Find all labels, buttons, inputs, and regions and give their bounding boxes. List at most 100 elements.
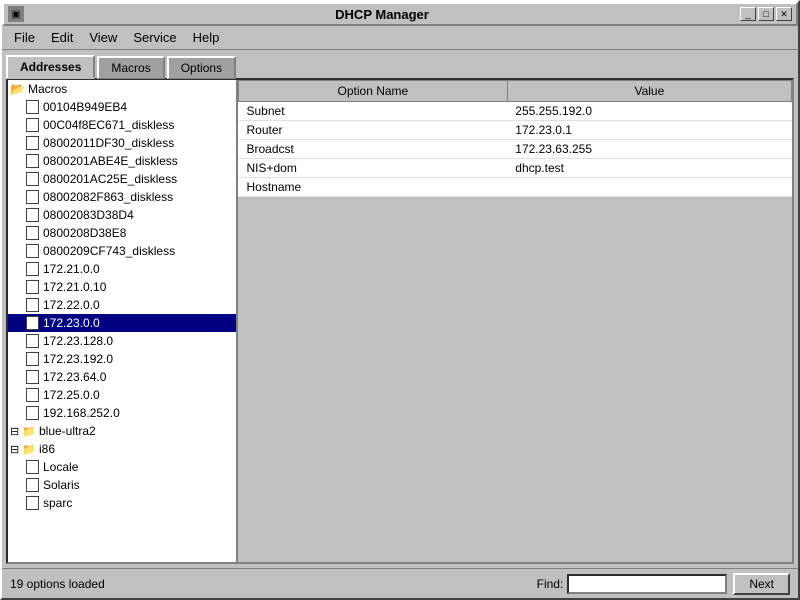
tree-item[interactable]: 00104B949EB4 — [8, 98, 236, 116]
option-value-cell: dhcp.test — [507, 159, 791, 178]
app-title: DHCP Manager — [24, 7, 740, 22]
tree-item-label: i86 — [39, 442, 55, 456]
table-row[interactable]: Broadcst172.23.63.255 — [239, 140, 792, 159]
page-icon — [26, 226, 39, 240]
tree-item-label: 0800209CF743_diskless — [43, 244, 175, 258]
tree-item-label: 192.168.252.0 — [43, 406, 120, 420]
menu-edit[interactable]: Edit — [43, 28, 81, 47]
col-value: Value — [507, 81, 791, 102]
tree-item[interactable]: 08002082F863_diskless — [8, 188, 236, 206]
tree-item-label: 172.25.0.0 — [43, 388, 100, 402]
title-bar: ▣ DHCP Manager _ □ ✕ — [2, 2, 798, 26]
tree-items-container: 00104B949EB4 00C04f8EC671_diskless 0800201… — [8, 98, 236, 512]
table-row[interactable]: Subnet255.255.192.0 — [239, 102, 792, 121]
table-row[interactable]: Hostname — [239, 178, 792, 197]
tree-item-label: 0800201ABE4E_diskless — [43, 154, 178, 168]
folder-open-icon: 📂 — [10, 82, 25, 96]
tree-item[interactable]: 172.21.0.0 — [8, 260, 236, 278]
option-value-cell: 172.23.63.255 — [507, 140, 791, 159]
tree-item-label: 172.21.0.0 — [43, 262, 100, 276]
tree-item[interactable]: Solaris — [8, 476, 236, 494]
page-icon — [26, 262, 39, 276]
tree-item[interactable]: 0800209CF743_diskless — [8, 242, 236, 260]
tree-item[interactable]: 0800201ABE4E_diskless — [8, 152, 236, 170]
tree-item[interactable]: 00C04f8EC671_diskless — [8, 116, 236, 134]
tree-item[interactable]: 08002011DF30_diskless — [8, 134, 236, 152]
tab-bar: Addresses Macros Options — [2, 50, 798, 78]
window-controls: _ □ ✕ — [740, 7, 792, 21]
page-icon — [26, 154, 39, 168]
tab-macros[interactable]: Macros — [97, 56, 164, 79]
tree-root[interactable]: 📂 Macros — [8, 80, 236, 98]
menu-file[interactable]: File — [6, 28, 43, 47]
tree-item[interactable]: ⊟ 📁i86 — [8, 440, 236, 458]
tree-scrollable[interactable]: 📂 Macros 00104B949EB4 00C04f8EC671_diskle… — [8, 80, 236, 562]
page-icon — [26, 118, 39, 132]
maximize-button[interactable]: □ — [758, 7, 774, 21]
tree-item[interactable]: 172.23.128.0 — [8, 332, 236, 350]
page-icon — [26, 280, 39, 294]
tree-item-label: 172.23.192.0 — [43, 352, 113, 366]
page-icon — [26, 334, 39, 348]
folder-icon: ⊟ 📁 — [10, 443, 36, 456]
page-icon — [26, 496, 39, 510]
tree-item-label: 00C04f8EC671_diskless — [43, 118, 174, 132]
tree-item-label: 00104B949EB4 — [43, 100, 127, 114]
page-icon — [26, 406, 39, 420]
page-icon — [26, 298, 39, 312]
tab-options[interactable]: Options — [167, 56, 236, 79]
page-icon — [26, 352, 39, 366]
minimize-button[interactable]: _ — [740, 7, 756, 21]
table-panel: Option Name Value Subnet255.255.192.0Rou… — [238, 80, 792, 562]
find-input[interactable] — [567, 574, 727, 594]
tree-item-label: sparc — [43, 496, 72, 510]
tree-item-label: 0800208D38E8 — [43, 226, 126, 240]
tree-item[interactable]: 192.168.252.0 — [8, 404, 236, 422]
menu-service[interactable]: Service — [125, 28, 184, 47]
tree-item[interactable]: 08002083D38D4 — [8, 206, 236, 224]
tree-item[interactable]: 0800208D38E8 — [8, 224, 236, 242]
menu-view[interactable]: View — [81, 28, 125, 47]
tree-item-label: Locale — [43, 460, 78, 474]
tree-item-label: 08002011DF30_diskless — [43, 136, 174, 150]
menu-bar: File Edit View Service Help — [2, 26, 798, 50]
tree-item[interactable]: 172.23.0.0 — [8, 314, 236, 332]
close-button[interactable]: ✕ — [776, 7, 792, 21]
option-name-cell: Broadcst — [239, 140, 508, 159]
app-icon: ▣ — [8, 6, 24, 22]
status-bar: 19 options loaded Find: Next — [2, 568, 798, 598]
find-label: Find: — [537, 577, 564, 591]
menu-help[interactable]: Help — [185, 28, 228, 47]
folder-icon: ⊟ 📁 — [10, 425, 36, 438]
tree-item-label: 172.23.128.0 — [43, 334, 113, 348]
table-row[interactable]: NIS+domdhcp.test — [239, 159, 792, 178]
tree-item[interactable]: ⊟ 📁blue-ultra2 — [8, 422, 236, 440]
page-icon — [26, 316, 39, 330]
page-icon — [26, 208, 39, 222]
tree-item[interactable]: 172.23.192.0 — [8, 350, 236, 368]
next-button[interactable]: Next — [733, 573, 790, 595]
option-name-cell: Hostname — [239, 178, 508, 197]
page-icon — [26, 460, 39, 474]
tree-item[interactable]: 172.22.0.0 — [8, 296, 236, 314]
tab-addresses[interactable]: Addresses — [6, 55, 95, 79]
tree-item-label: 08002082F863_diskless — [43, 190, 173, 204]
page-icon — [26, 478, 39, 492]
page-icon — [26, 388, 39, 402]
tree-panel: 📂 Macros 00104B949EB4 00C04f8EC671_diskle… — [8, 80, 238, 562]
options-table: Option Name Value Subnet255.255.192.0Rou… — [238, 80, 792, 197]
main-content: 📂 Macros 00104B949EB4 00C04f8EC671_diskle… — [6, 78, 794, 564]
tree-item[interactable]: Locale — [8, 458, 236, 476]
table-body: Subnet255.255.192.0Router172.23.0.1Broad… — [239, 102, 792, 197]
tree-item-label: 172.23.64.0 — [43, 370, 106, 384]
tree-item[interactable]: 172.23.64.0 — [8, 368, 236, 386]
tree-item-label: 172.23.0.0 — [43, 316, 100, 330]
option-value-cell — [507, 178, 791, 197]
col-option-name: Option Name — [239, 81, 508, 102]
tree-item[interactable]: 0800201AC25E_diskless — [8, 170, 236, 188]
tree-item[interactable]: sparc — [8, 494, 236, 512]
tree-item[interactable]: 172.25.0.0 — [8, 386, 236, 404]
page-icon — [26, 100, 39, 114]
table-row[interactable]: Router172.23.0.1 — [239, 121, 792, 140]
tree-item[interactable]: 172.21.0.10 — [8, 278, 236, 296]
